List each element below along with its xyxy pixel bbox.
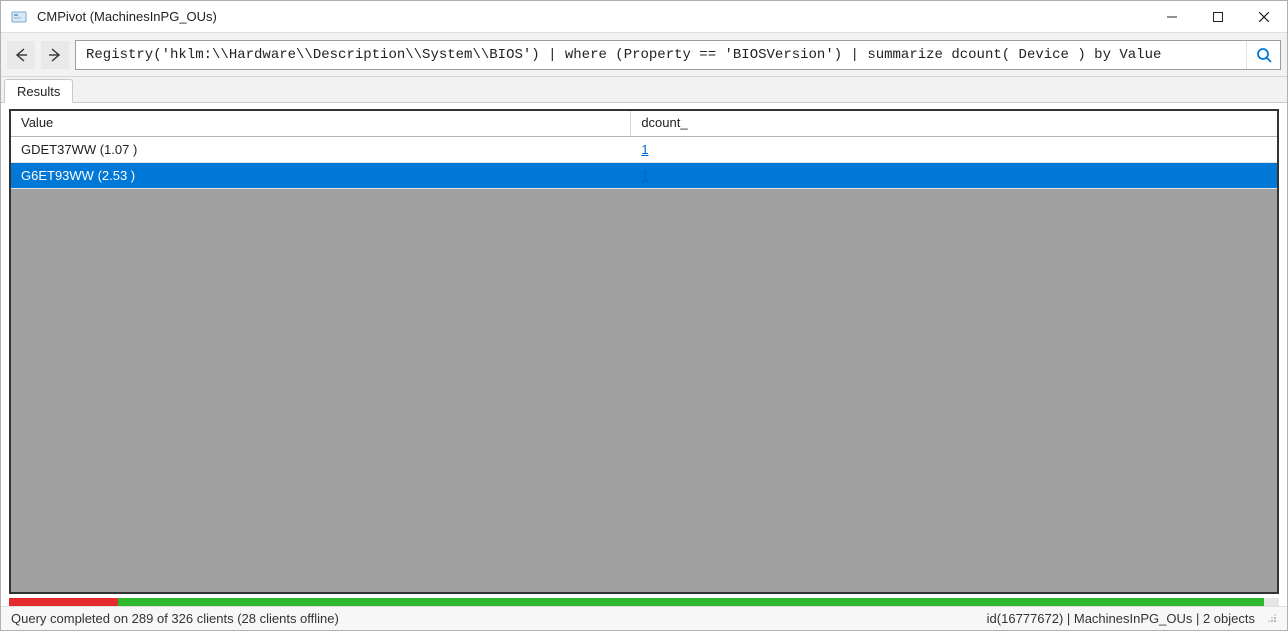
toolbar — [1, 33, 1287, 77]
grid-header: Value dcount_ — [11, 111, 1277, 137]
cell-value: G6ET93WW (2.53 ) — [11, 163, 631, 188]
status-right-text: id(16777672) | MachinesInPG_OUs | 2 obje… — [987, 611, 1255, 626]
query-bar — [75, 40, 1281, 70]
arrow-left-icon — [12, 46, 30, 64]
tabstrip: Results — [1, 77, 1287, 103]
progress-bar — [9, 598, 1279, 606]
cell-dcount: 1 — [631, 137, 1277, 162]
results-grid: Value dcount_ GDET37WW (1.07 )1G6ET93WW … — [9, 109, 1279, 594]
dcount-link[interactable]: 1 — [641, 168, 648, 183]
window: CMPivot (MachinesInPG_OUs) — [0, 0, 1288, 631]
maximize-button[interactable] — [1195, 1, 1241, 32]
dcount-link[interactable]: 1 — [641, 142, 648, 157]
progress-segment-offline — [9, 598, 118, 606]
tab-results[interactable]: Results — [4, 79, 73, 103]
back-button[interactable] — [7, 41, 35, 69]
status-left-text: Query completed on 289 of 326 clients (2… — [11, 611, 339, 626]
window-title: CMPivot (MachinesInPG_OUs) — [35, 9, 1149, 24]
forward-button[interactable] — [41, 41, 69, 69]
cell-value: GDET37WW (1.07 ) — [11, 137, 631, 162]
statusbar: Query completed on 289 of 326 clients (2… — [1, 606, 1287, 630]
table-row[interactable]: GDET37WW (1.07 ) 1 — [11, 137, 1277, 163]
minimize-button[interactable] — [1149, 1, 1195, 32]
close-button[interactable] — [1241, 1, 1287, 32]
progress-segment-online — [118, 598, 1264, 606]
column-header-value[interactable]: Value — [11, 111, 631, 136]
arrow-right-icon — [46, 46, 64, 64]
window-controls — [1149, 1, 1287, 32]
resize-grip-icon[interactable] — [1265, 611, 1277, 626]
table-row[interactable]: G6ET93WW (2.53 ) 1 — [11, 163, 1277, 189]
status-right: id(16777672) | MachinesInPG_OUs | 2 obje… — [987, 611, 1277, 626]
cell-dcount: 1 — [631, 163, 1277, 188]
column-header-dcount[interactable]: dcount_ — [631, 111, 1277, 136]
app-icon — [11, 9, 27, 25]
results-area: Value dcount_ GDET37WW (1.07 )1G6ET93WW … — [1, 103, 1287, 598]
grid-body[interactable]: GDET37WW (1.07 ) 1 G6ET93WW (2.53 ) 1 — [11, 137, 1277, 592]
run-query-button[interactable] — [1246, 41, 1280, 69]
titlebar: CMPivot (MachinesInPG_OUs) — [1, 1, 1287, 33]
query-input[interactable] — [76, 41, 1246, 69]
search-icon — [1255, 46, 1273, 64]
